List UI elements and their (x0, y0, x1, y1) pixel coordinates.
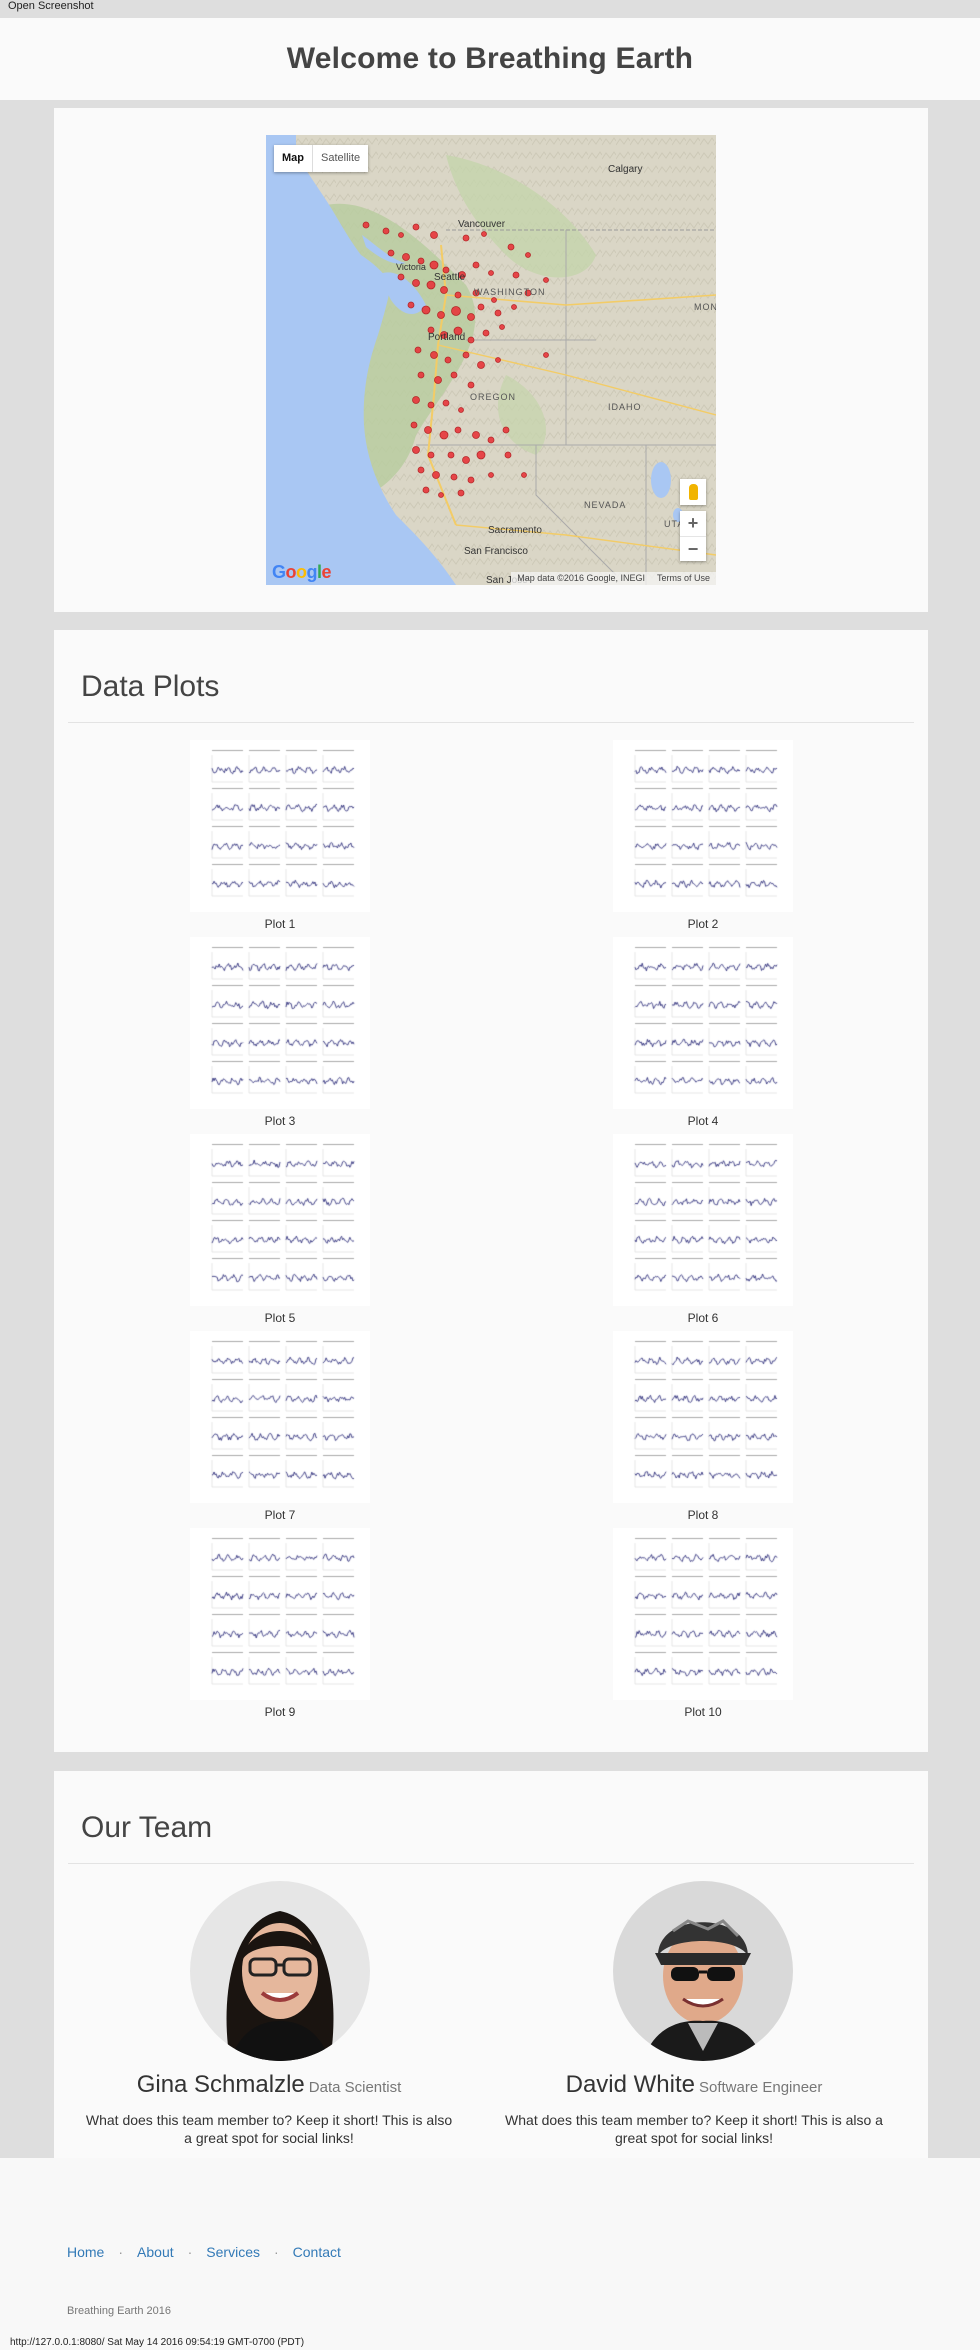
plot-caption: Plot 7 (264, 1508, 296, 1522)
team-heading: Our Team (81, 1811, 213, 1844)
section-divider (68, 1863, 914, 1864)
plot-image (613, 1331, 793, 1503)
footer-link-home[interactable]: Home (67, 2244, 104, 2260)
plot-image (190, 1528, 370, 1700)
section-divider (68, 722, 914, 723)
street-view-pegman-icon[interactable] (680, 479, 706, 505)
footer-link-about[interactable]: About (137, 2244, 174, 2260)
zoom-control: + − (680, 511, 706, 561)
footer-link-contact[interactable]: Contact (293, 2244, 341, 2260)
plot-thumbnail[interactable] (613, 1134, 793, 1306)
label-idaho: IDAHO (608, 402, 642, 412)
plot-image (190, 740, 370, 912)
map-attribution: Map data ©2016 Google, INEGI (517, 573, 645, 583)
plot-image (613, 740, 793, 912)
plot-thumbnail[interactable] (613, 937, 793, 1109)
plot-thumbnail[interactable] (190, 1528, 370, 1700)
label-san-francisco: San Francisco (464, 546, 528, 557)
plot-image (190, 937, 370, 1109)
zoom-in-button[interactable]: + (680, 511, 706, 536)
avatar-gina (190, 1881, 370, 2061)
data-plots-section: Data Plots Plot 1 Plot 2 Plot 3 Plot 4 Plot … (54, 630, 928, 1752)
plot-caption: Plot 5 (264, 1311, 296, 1325)
plot-caption: Plot 3 (264, 1114, 296, 1128)
plot-caption: Plot 4 (687, 1114, 719, 1128)
member-description: What does this team member to? Keep it s… (85, 2112, 453, 2146)
label-victoria: Victoria (396, 262, 426, 272)
plot-thumbnail[interactable] (190, 1134, 370, 1306)
label-portland: Portland (428, 332, 465, 343)
label-montana: MON (694, 302, 716, 312)
status-bar: http://127.0.0.1:8080/ Sat May 14 2016 0… (10, 2337, 305, 2348)
map-widget[interactable]: Calgary Vancouver Victoria Seattle WASHI… (266, 135, 716, 585)
member-name: Gina Schmalzle Data Scientist (136, 2071, 402, 2098)
team-member-david: David White Software Engineer What does t… (484, 2071, 904, 2147)
footer-nav: Home · About · Services · Contact (67, 2244, 341, 2260)
plot-caption: Plot 8 (687, 1508, 719, 1522)
map-type-satellite-button[interactable]: Satellite (312, 145, 368, 172)
team-member-gina: Gina Schmalzle Data Scientist What does t… (54, 2071, 474, 2147)
map-footer: Map data ©2016 Google, INEGI Terms of Us… (511, 572, 716, 585)
label-washington: WASHINGTON (474, 287, 546, 297)
label-sacramento: Sacramento (488, 525, 542, 536)
label-calgary: Calgary (608, 164, 642, 175)
site-header: Welcome to Breathing Earth (0, 18, 980, 100)
zoom-out-button[interactable]: − (680, 536, 706, 561)
team-section: Our Team Gina Schmalzle Data Scientist Wh… (54, 1771, 928, 2183)
plot-caption: Plot 2 (687, 917, 719, 931)
plot-thumbnail[interactable] (613, 1528, 793, 1700)
label-vancouver: Vancouver (458, 219, 506, 230)
member-role: Software Engineer (698, 2079, 823, 2096)
plot-image (190, 1331, 370, 1503)
plot-image (613, 1528, 793, 1700)
label-oregon: OREGON (470, 392, 516, 402)
open-screenshot-link[interactable]: Open Screenshot (8, 0, 94, 12)
avatar-david (613, 1881, 793, 2061)
plot-thumbnail[interactable] (613, 740, 793, 912)
map-terms-link[interactable]: Terms of Use (657, 573, 710, 584)
copyright: Breathing Earth 2016 (67, 2305, 171, 2317)
data-plots-heading: Data Plots (81, 670, 220, 703)
member-description: What does this team member to? Keep it s… (505, 2112, 883, 2146)
plot-caption: Plot 10 (684, 1705, 722, 1719)
page-title: Welcome to Breathing Earth (286, 42, 694, 75)
plot-caption: Plot 9 (264, 1705, 296, 1719)
plot-image (190, 1134, 370, 1306)
google-logo: Google (272, 562, 332, 582)
plot-image (613, 1134, 793, 1306)
map-canvas[interactable]: Calgary Vancouver Victoria Seattle WASHI… (266, 135, 716, 585)
plot-image (613, 937, 793, 1109)
member-role: Data Scientist (308, 2079, 402, 2096)
plot-thumbnail[interactable] (190, 740, 370, 912)
plot-thumbnail[interactable] (190, 1331, 370, 1503)
map-type-control: Map Satellite (274, 145, 369, 172)
footer-link-services[interactable]: Services (206, 2244, 260, 2260)
site-footer: Home · About · Services · Contact Breath… (0, 2158, 980, 2350)
plot-caption: Plot 1 (264, 917, 296, 931)
plot-thumbnail[interactable] (190, 937, 370, 1109)
map-panel: Calgary Vancouver Victoria Seattle WASHI… (54, 108, 928, 612)
map-type-map-button[interactable]: Map (274, 145, 312, 172)
label-seattle: Seattle (434, 272, 466, 283)
plot-thumbnail[interactable] (613, 1331, 793, 1503)
member-name: David White Software Engineer (565, 2071, 823, 2098)
plot-caption: Plot 6 (687, 1311, 719, 1325)
label-nevada: NEVADA (584, 500, 626, 510)
